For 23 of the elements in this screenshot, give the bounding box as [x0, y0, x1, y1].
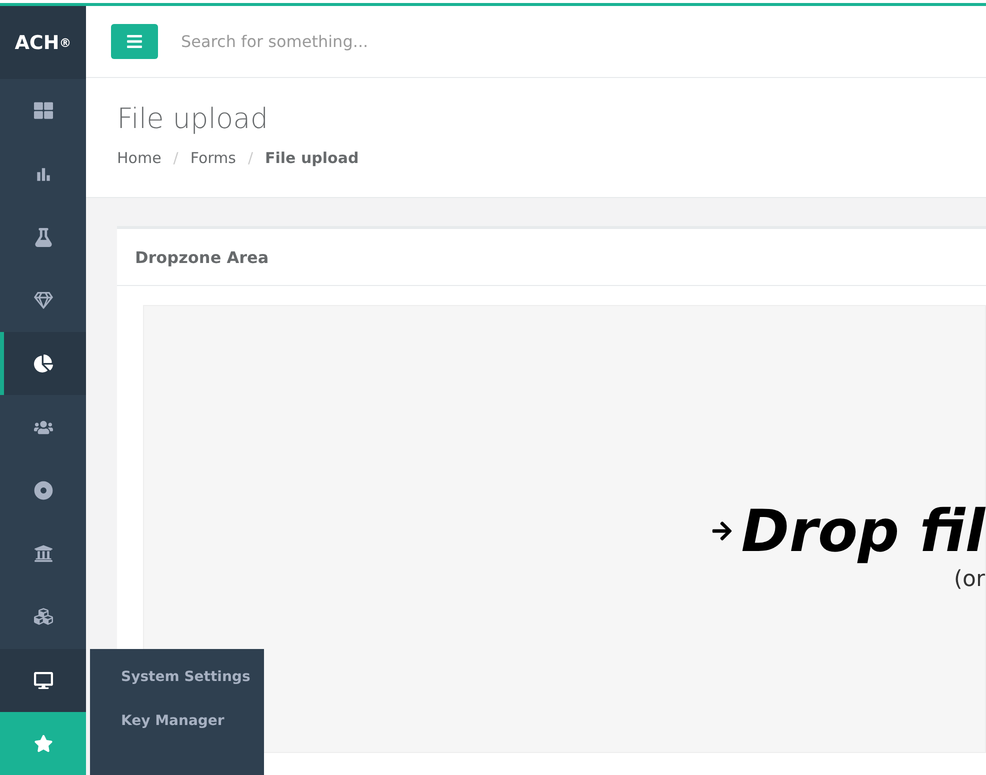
- target-icon: [34, 480, 52, 500]
- diamond-icon: [34, 291, 52, 310]
- arrow-icon: [711, 520, 734, 542]
- star-icon: [34, 734, 52, 753]
- breadcrumb-item: File upload: [265, 149, 359, 167]
- desktop-icon: [34, 670, 52, 690]
- cubes-icon: [34, 607, 52, 626]
- breadcrumb-separator: /: [248, 149, 254, 167]
- panel-title: Dropzone Area: [117, 229, 986, 286]
- page-title: File upload: [117, 102, 270, 135]
- menu-button[interactable]: [111, 24, 158, 59]
- bank-icon: [34, 544, 52, 564]
- dropzone-subline: (or: [954, 566, 985, 592]
- breadcrumb-separator: /: [173, 149, 178, 167]
- flask-icon: [34, 228, 52, 247]
- brand-logo: ACH$^{®}$: [0, 6, 86, 80]
- pie-chart-icon: [34, 354, 52, 374]
- breadcrumb-item[interactable]: Home: [117, 149, 162, 167]
- dropzone-headline: Drop fil: [741, 496, 985, 564]
- sidebar-item[interactable]: [0, 332, 86, 396]
- breadcrumb-item[interactable]: Forms: [190, 149, 236, 167]
- menu-icon: [126, 33, 143, 50]
- grid-icon: [34, 101, 52, 120]
